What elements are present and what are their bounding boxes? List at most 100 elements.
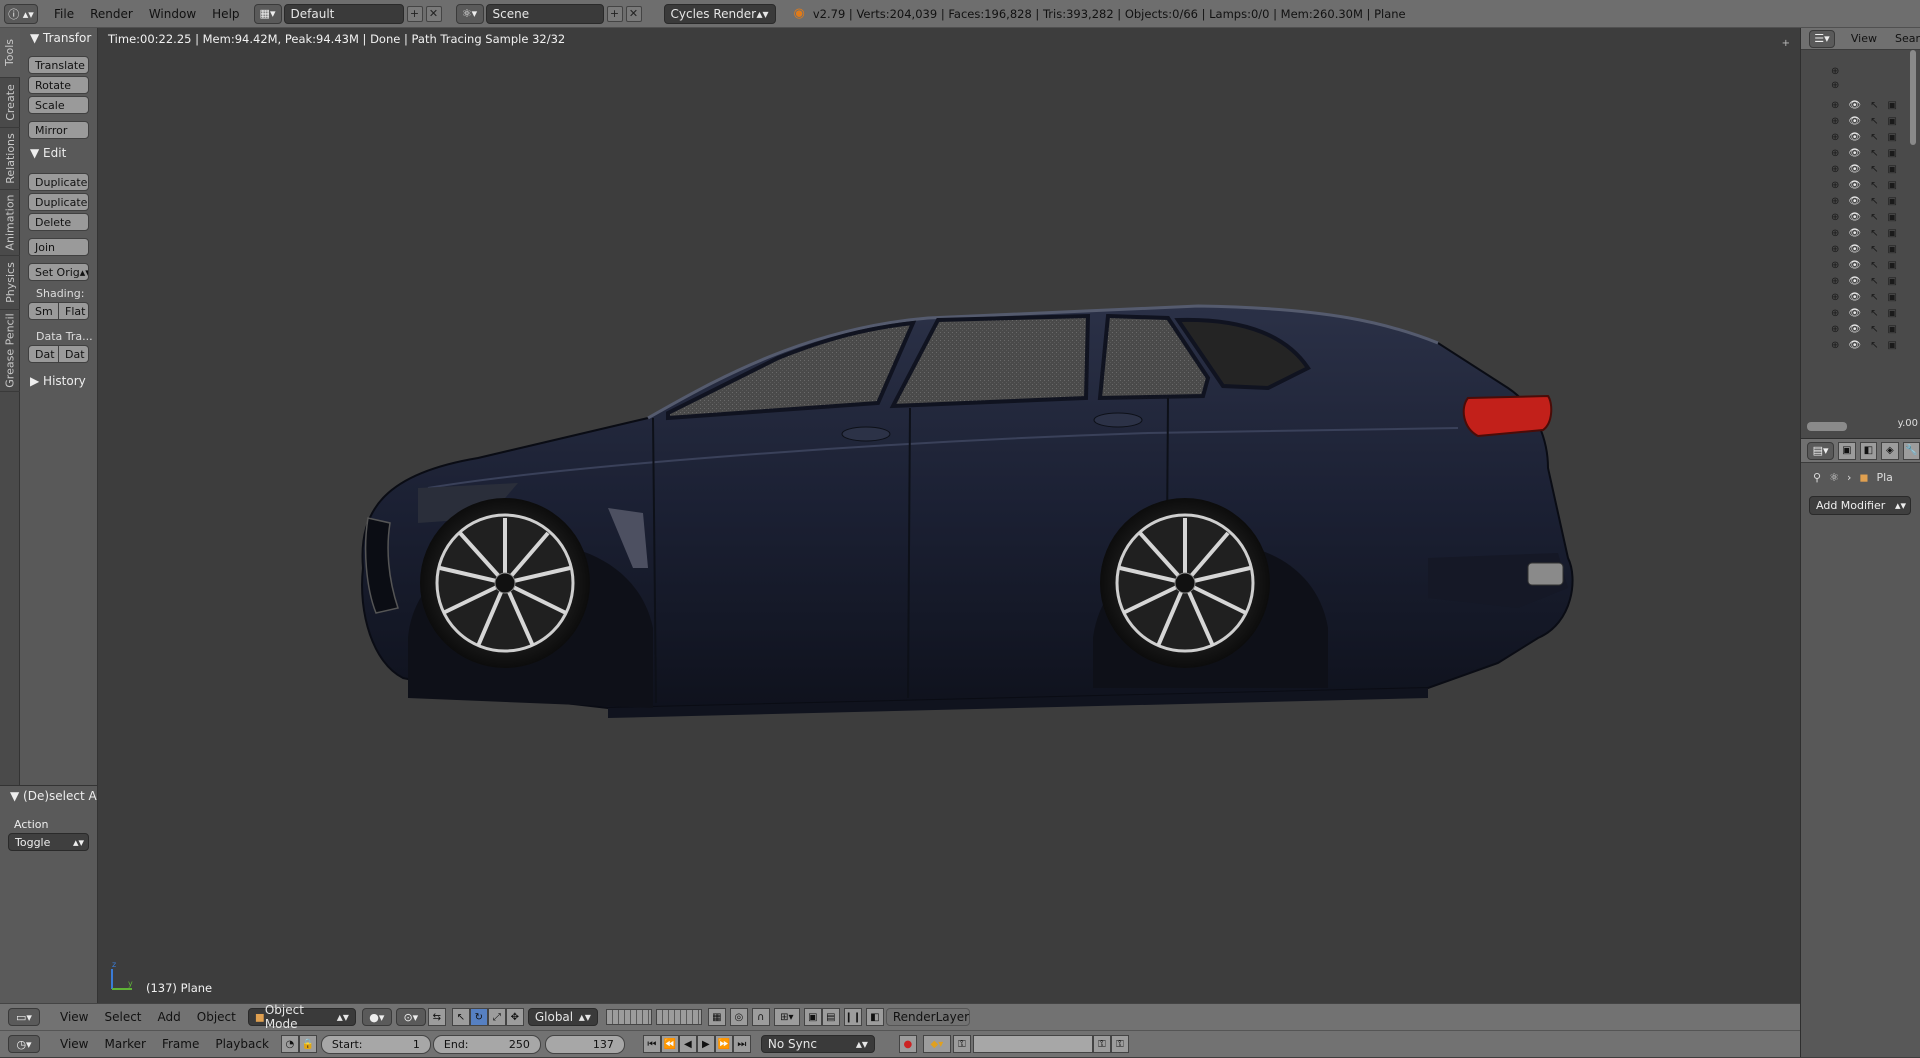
expand-icon[interactable]: ⊕ xyxy=(1831,164,1839,175)
manipulator-toggle-icon[interactable]: ⇆ xyxy=(427,1008,446,1026)
menu-object[interactable]: Object xyxy=(189,1003,244,1031)
lock-layers-icon[interactable]: ▦ xyxy=(707,1008,726,1026)
jump-keyframe-forward-icon[interactable]: ⏩ xyxy=(714,1035,733,1053)
transform-orientation-dropdown[interactable]: Global ▴▾ xyxy=(527,1008,598,1026)
scale-button[interactable]: Scale xyxy=(28,96,89,114)
add-modifier-dropdown[interactable]: Add Modifier ▴▾ xyxy=(1809,496,1911,515)
transform-panel-header[interactable]: ▼ Transfor xyxy=(20,28,97,48)
expand-icon[interactable]: ⊕ xyxy=(1831,228,1839,239)
visibility-eye-icon[interactable]: 👁 xyxy=(1848,132,1861,143)
screen-layout-field[interactable]: Default xyxy=(283,3,404,24)
mirror-button[interactable]: Mirror xyxy=(28,121,89,139)
shade-flat-button[interactable]: Flat xyxy=(59,302,89,320)
visibility-eye-icon[interactable]: 👁 xyxy=(1848,340,1861,351)
expand-icon[interactable]: ⊕ xyxy=(1831,100,1839,111)
visibility-eye-icon[interactable]: 👁 xyxy=(1848,196,1861,207)
menu-file[interactable]: File xyxy=(46,0,82,28)
add-scene-icon[interactable]: + xyxy=(606,5,623,22)
selectable-cursor-icon[interactable]: ↖ xyxy=(1870,132,1878,143)
layers-tab-icon[interactable]: ◧ xyxy=(1859,441,1878,460)
selectable-cursor-icon[interactable]: ↖ xyxy=(1870,244,1878,255)
tab-tools[interactable]: Tools xyxy=(0,28,20,78)
pivot-point-icon[interactable]: ⊙▾ xyxy=(395,1008,426,1026)
delete-keyframe-icon[interactable]: ⚿ xyxy=(1110,1035,1129,1053)
duplicate-button[interactable]: Duplicate xyxy=(28,173,89,191)
jump-start-icon[interactable]: ⏮ xyxy=(642,1035,661,1053)
renderable-camera-icon[interactable]: ▣ xyxy=(1887,244,1896,255)
duplicate-linked-button[interactable]: Duplicate xyxy=(28,193,89,211)
selectable-cursor-icon[interactable]: ↖ xyxy=(1870,308,1878,319)
outliner-editor-icon[interactable]: ☰▾ xyxy=(1809,29,1835,48)
pin-icon[interactable]: ⚲ xyxy=(1813,471,1821,484)
visibility-eye-icon[interactable]: 👁 xyxy=(1848,148,1861,159)
selectable-cursor-icon[interactable]: ↖ xyxy=(1870,196,1878,207)
visibility-eye-icon[interactable]: 👁 xyxy=(1848,164,1861,175)
expand-icon[interactable]: ⊕ xyxy=(1831,308,1839,319)
scene-tab-icon[interactable]: ◈ xyxy=(1881,441,1899,460)
tab-relations[interactable]: Relations xyxy=(0,128,20,190)
renderable-camera-icon[interactable]: ▣ xyxy=(1887,292,1896,303)
expand-icon[interactable]: ⊕ xyxy=(1831,324,1839,335)
outliner-row[interactable]: ⊕ 👁 ↖ ▣ xyxy=(1831,226,1897,240)
timeline-menu-view[interactable]: View xyxy=(52,1030,96,1058)
renderable-camera-icon[interactable]: ▣ xyxy=(1887,148,1896,159)
screen-layout-icon[interactable]: ▦▾ xyxy=(253,3,282,24)
rotate-manipulator-icon[interactable]: ↻ xyxy=(469,1008,488,1026)
visibility-eye-icon[interactable]: 👁 xyxy=(1848,212,1861,223)
action-dropdown[interactable]: Toggle ▴▾ xyxy=(8,833,89,851)
outliner-row[interactable]: ⊕ 👁 ↖ ▣ xyxy=(1831,338,1897,352)
outliner-row[interactable]: ⊕ 👁 ↖ ▣ xyxy=(1831,98,1897,112)
selectable-cursor-icon[interactable]: ↖ xyxy=(1870,100,1878,111)
data-layout-button[interactable]: Dat xyxy=(59,345,89,363)
renderable-camera-icon[interactable]: ▣ xyxy=(1887,116,1896,127)
visibility-eye-icon[interactable]: 👁 xyxy=(1848,228,1861,239)
tab-animation[interactable]: Animation xyxy=(0,190,20,256)
menu-window[interactable]: Window xyxy=(141,0,204,28)
visibility-eye-icon[interactable]: 👁 xyxy=(1848,308,1861,319)
scene-field[interactable]: Scene xyxy=(485,3,604,24)
rotate-button[interactable]: Rotate xyxy=(28,76,89,94)
set-origin-dropdown[interactable]: Set Orig▴▾ xyxy=(28,263,89,281)
translate-button[interactable]: Translate xyxy=(28,56,89,74)
outliner-row[interactable]: ⊕ 👁 ↖ ▣ xyxy=(1831,306,1897,320)
expand-icon[interactable]: ⊕ xyxy=(1831,116,1839,127)
jump-keyframe-back-icon[interactable]: ⏪ xyxy=(660,1035,679,1053)
current-frame-field[interactable]: 137 xyxy=(544,1034,625,1054)
render-layer-field[interactable]: RenderLayer xyxy=(885,1008,970,1026)
renderable-camera-icon[interactable]: ▣ xyxy=(1887,228,1896,239)
layer-buttons-b[interactable] xyxy=(655,1009,702,1025)
renderable-camera-icon[interactable]: ▣ xyxy=(1887,340,1896,351)
renderable-camera-icon[interactable]: ▣ xyxy=(1887,260,1896,271)
mode-dropdown[interactable]: ◼ Object Mode ▴▾ xyxy=(247,1003,356,1031)
menu-add[interactable]: Add xyxy=(150,1003,189,1031)
renderable-camera-icon[interactable]: ▣ xyxy=(1887,276,1896,287)
add-layout-icon[interactable]: + xyxy=(406,5,423,22)
visibility-eye-icon[interactable]: 👁 xyxy=(1848,260,1861,271)
selectable-cursor-icon[interactable]: ↖ xyxy=(1870,276,1878,287)
modifier-tab-icon[interactable]: 🔧 xyxy=(1902,441,1920,460)
jump-end-icon[interactable]: ⏭ xyxy=(732,1035,751,1053)
outliner-row[interactable]: ⊕ 👁 ↖ ▣ xyxy=(1831,290,1897,304)
renderable-camera-icon[interactable]: ▣ xyxy=(1887,212,1896,223)
scene-icon[interactable]: ⚛▾ xyxy=(455,3,484,24)
layer-buttons-a[interactable] xyxy=(605,1009,652,1025)
properties-editor-icon[interactable]: ▤▾ xyxy=(1807,441,1835,460)
remove-scene-icon[interactable]: ✕ xyxy=(625,5,642,22)
active-keying-set-icon[interactable]: ⚿ xyxy=(952,1035,971,1053)
menu-help[interactable]: Help xyxy=(204,0,247,28)
expand-icon[interactable]: ⊕ xyxy=(1831,66,1839,77)
selectable-cursor-icon[interactable]: ↖ xyxy=(1870,340,1878,351)
selectable-cursor-icon[interactable]: ↖ xyxy=(1870,212,1878,223)
keying-set-field[interactable] xyxy=(972,1035,1093,1053)
selectable-cursor-icon[interactable]: ↖ xyxy=(1870,292,1878,303)
renderable-camera-icon[interactable]: ▣ xyxy=(1887,324,1896,335)
outliner-search[interactable]: Sear xyxy=(1895,32,1920,45)
end-frame-field[interactable]: End: 250 xyxy=(432,1034,541,1054)
renderable-camera-icon[interactable]: ▣ xyxy=(1887,196,1896,207)
data-transfer-button[interactable]: Dat xyxy=(28,345,59,363)
expand-icon[interactable]: ⊕ xyxy=(1831,292,1839,303)
tab-grease-pencil[interactable]: Grease Pencil xyxy=(0,310,20,392)
menu-render[interactable]: Render xyxy=(82,0,141,28)
proportional-edit-icon[interactable]: ◎ xyxy=(729,1008,748,1026)
expand-icon[interactable]: ⊕ xyxy=(1831,212,1839,223)
